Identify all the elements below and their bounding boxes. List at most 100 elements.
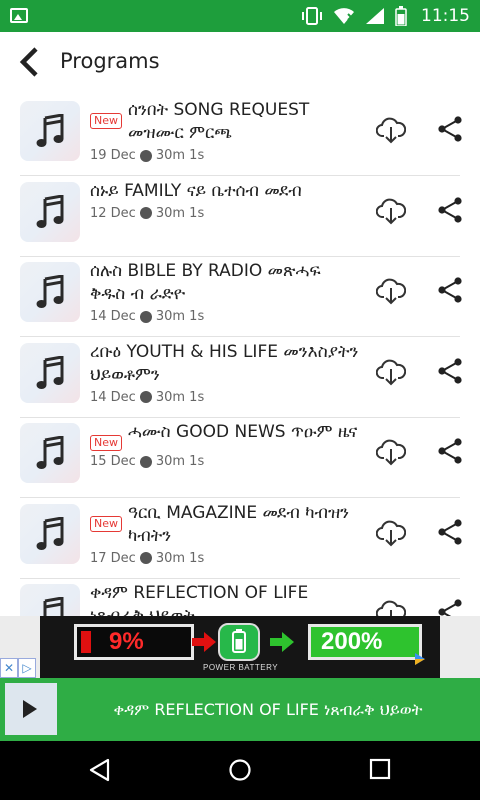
music-note-icon — [43, 597, 64, 616]
share-button[interactable] — [437, 437, 463, 465]
status-icons: 11:15 — [301, 0, 470, 32]
share-button[interactable] — [437, 598, 463, 616]
download-button[interactable] — [375, 197, 407, 225]
program-duration: 30m 1s — [155, 148, 205, 163]
program-text[interactable]: ቀዳም REFLECTION OF LIFE ነጸብራቅ ህይወት — [90, 582, 360, 616]
play-store-icon — [415, 653, 425, 665]
download-button[interactable] — [375, 519, 407, 547]
program-title[interactable]: ሓሙስ GOOD NEWS ጥዑም ዜና — [128, 421, 357, 444]
app-screen: 11:15 Programs New ሰንበት SONG REQUEST መዝሙር… — [0, 0, 480, 800]
program-text[interactable]: ረቡዕ YOUTH & HIS LIFE መንእስያትን ህይወቶምን 14 De… — [90, 341, 360, 405]
clock-icon — [139, 207, 152, 219]
music-note-icon — [36, 114, 64, 147]
program-row[interactable]: New ሰንበት SONG REQUEST መዝሙር ምርጫ 19 Dec 30m 1… — [0, 96, 480, 176]
back-button[interactable] — [14, 46, 46, 78]
program-row[interactable]: New ሓሙስ GOOD NEWS ጥዑም ዜና 15 Dec 30m 1s — [0, 418, 480, 498]
music-note-icon — [36, 194, 64, 228]
program-meta: 19 Dec 30m 1s — [90, 148, 360, 163]
high-battery-text: 200% — [321, 628, 383, 655]
program-meta: 14 Dec 30m 1s — [90, 309, 360, 324]
ad-banner[interactable]: ✕ ▷ 9% POWER BATTERY 200% — [0, 616, 480, 678]
play-icon[interactable] — [23, 700, 37, 718]
program-duration: 30m 1s — [155, 454, 205, 469]
program-thumbnail[interactable] — [20, 342, 80, 403]
program-thumbnail[interactable] — [20, 423, 80, 483]
ad-info-icon[interactable]: ▷ — [18, 658, 36, 678]
low-battery-text: 9% — [109, 628, 144, 655]
share-button[interactable] — [437, 357, 463, 385]
new-badge: New — [90, 435, 122, 451]
program-row[interactable]: ሰኑይ FAMILY ናይ ቤተሰብ መደብ 12 Dec 30m 1s — [0, 177, 480, 257]
program-thumbnail[interactable] — [20, 262, 80, 322]
navigation-bar — [0, 741, 480, 800]
program-title[interactable]: ቀዳም REFLECTION OF LIFE ነጸብራቅ ህይወት — [90, 582, 360, 616]
program-text[interactable]: New ዓርቢ MAGAZINE መደብ ካብዝን ካብትን 17 Dec 30m 1… — [90, 502, 360, 566]
nav-home-icon[interactable] — [228, 758, 252, 782]
clock-icon — [139, 149, 152, 162]
now-playing-title[interactable]: ቀዳም REFLECTION OF LIFE ነጸብራቅ ህይወት — [64, 678, 472, 741]
program-duration: 30m 1s — [155, 550, 205, 566]
program-date: 14 Dec — [90, 309, 136, 324]
ad-close-icon[interactable]: ✕ — [0, 658, 18, 678]
program-text[interactable]: ሰሉስ BIBLE BY RADIO መጽሓፍ ቅዱስ ብ ራድዮ 14 Dec 3… — [90, 260, 360, 324]
download-button[interactable] — [375, 116, 407, 144]
clock-icon — [139, 391, 152, 403]
download-button[interactable] — [375, 438, 407, 466]
power-battery-label: POWER BATTERY — [203, 663, 279, 672]
ad-side-panel — [440, 616, 480, 678]
new-badge: New — [90, 515, 122, 532]
image-icon — [10, 8, 28, 23]
program-row[interactable]: ቀዳም REFLECTION OF LIFE ነጸብራቅ ህይወት — [0, 579, 480, 616]
program-meta: 17 Dec 30m 1s — [90, 551, 360, 566]
program-thumbnail[interactable] — [20, 101, 80, 161]
vibrate-icon — [302, 7, 322, 25]
share-button[interactable] — [437, 196, 463, 224]
music-note-icon — [36, 436, 64, 469]
program-date: 14 Dec — [90, 389, 136, 405]
program-thumbnail[interactable] — [20, 181, 80, 242]
nav-recents-icon[interactable] — [369, 758, 391, 780]
download-button[interactable] — [375, 358, 407, 386]
status-bar: 11:15 — [0, 0, 480, 32]
cellular-icon — [366, 8, 384, 24]
program-title[interactable]: ዓርቢ MAGAZINE መደብ ካብዝን ካብትን — [128, 502, 360, 548]
program-date: 17 Dec — [90, 550, 136, 566]
program-text[interactable]: New ሓሙስ GOOD NEWS ጥዑም ዜና 15 Dec 30m 1s — [90, 421, 360, 469]
program-text[interactable]: New ሰንበት SONG REQUEST መዝሙር ምርጫ 19 Dec 30m 1… — [90, 99, 360, 163]
program-duration: 30m 1s — [155, 205, 205, 221]
program-title[interactable]: ሰንበት SONG REQUEST መዝሙር ምርጫ — [128, 99, 360, 145]
now-playing-bar[interactable]: ቀዳም REFLECTION OF LIFE ነጸብራቅ ህይወት — [0, 678, 480, 741]
wifi-icon — [334, 8, 355, 24]
ad-choices[interactable]: ✕ ▷ — [0, 658, 36, 678]
green-arrow-icon — [270, 632, 294, 652]
program-duration: 30m 1s — [155, 309, 205, 324]
share-button[interactable] — [437, 115, 463, 143]
program-text[interactable]: ሰኑይ FAMILY ናይ ቤተሰብ መደብ 12 Dec 30m 1s — [90, 180, 360, 221]
program-row[interactable]: New ዓርቢ MAGAZINE መደብ ካብዝን ካብትን 17 Dec 30m 1… — [0, 499, 480, 579]
program-row[interactable]: ሰሉስ BIBLE BY RADIO መጽሓፍ ቅዱስ ብ ራድዮ 14 Dec 3… — [0, 257, 480, 337]
ad-content[interactable]: 9% POWER BATTERY 200% — [40, 616, 440, 678]
program-list[interactable]: New ሰንበት SONG REQUEST መዝሙር ምርጫ 19 Dec 30m 1… — [0, 96, 480, 616]
program-title[interactable]: ሰሉስ BIBLE BY RADIO መጽሓፍ ቅዱስ ብ ራድዮ — [90, 260, 360, 306]
now-playing-thumbnail[interactable] — [5, 683, 57, 735]
share-button[interactable] — [437, 276, 463, 304]
download-button[interactable] — [375, 277, 407, 305]
new-badge: New — [90, 113, 122, 129]
program-thumbnail[interactable] — [20, 584, 80, 616]
share-button[interactable] — [437, 518, 463, 546]
program-meta: 15 Dec 30m 1s — [90, 454, 360, 469]
power-battery-icon — [218, 623, 260, 661]
status-time: 11:15 — [421, 6, 470, 26]
red-arrow-icon — [192, 632, 216, 652]
program-title[interactable]: ረቡዕ YOUTH & HIS LIFE መንእስያትን ህይወቶምን — [90, 341, 360, 387]
program-date: 19 Dec — [90, 148, 136, 163]
download-button[interactable] — [375, 599, 407, 616]
page-title: Programs — [60, 49, 160, 73]
program-row[interactable]: ረቡዕ YOUTH & HIS LIFE መንእስያትን ህይወቶምን 14 De… — [0, 338, 480, 418]
high-battery-box: 200% — [308, 624, 422, 660]
battery-icon — [395, 6, 407, 26]
program-title[interactable]: ሰኑይ FAMILY ናይ ቤተሰብ መደብ — [90, 180, 302, 203]
program-meta: 14 Dec 30m 1s — [90, 390, 360, 405]
program-thumbnail[interactable] — [20, 503, 80, 564]
nav-back-icon[interactable] — [88, 758, 112, 782]
